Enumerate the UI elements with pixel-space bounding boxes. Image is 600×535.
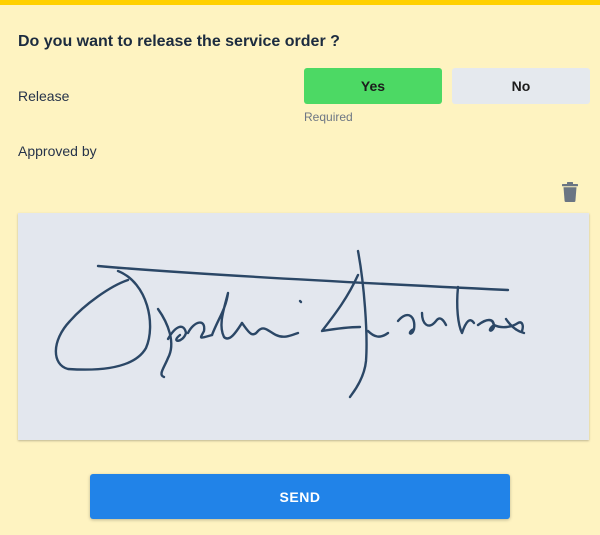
- trash-icon[interactable]: [561, 182, 579, 202]
- release-question: Do you want to release the service order…: [18, 33, 340, 50]
- top-accent-bar: [0, 0, 600, 5]
- no-button[interactable]: No: [452, 68, 590, 104]
- approved-by-label: Approved by: [18, 143, 97, 159]
- signature-pad[interactable]: [18, 213, 589, 440]
- yes-button[interactable]: Yes: [304, 68, 442, 104]
- signature-drawing: [54, 249, 526, 399]
- required-hint: Required: [304, 110, 353, 124]
- release-label: Release: [18, 88, 70, 104]
- send-button[interactable]: SEND: [90, 474, 510, 519]
